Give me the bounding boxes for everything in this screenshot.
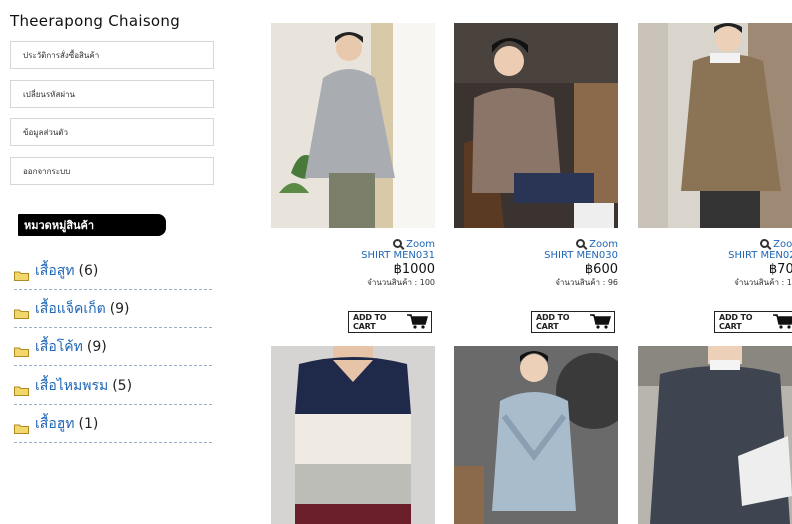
category-count: (1) <box>78 415 99 432</box>
add-to-cart-button[interactable]: ADD TO CART <box>714 311 792 333</box>
add-to-cart-label: ADD TO CART <box>353 313 387 331</box>
user-name: Theerapong Chaisong <box>10 12 181 30</box>
folder-icon <box>14 384 29 396</box>
zoom-link[interactable]: Zoom <box>454 239 618 250</box>
magnifier-icon <box>393 239 403 248</box>
magnifier-icon <box>576 239 586 248</box>
add-to-cart-button[interactable]: ADD TO CART <box>348 311 432 333</box>
category-item-hoodie[interactable]: เสื้อฮูท (1) <box>14 405 212 443</box>
category-name: เสื้อฮูท <box>35 415 75 432</box>
personal-info-button[interactable]: ข้อมูลส่วนตัว <box>10 118 214 146</box>
zoom-link[interactable]: Zoom <box>638 239 792 250</box>
category-name: เสื้อโค้ท <box>35 338 83 355</box>
add-to-cart-label: ADD TO CART <box>536 313 570 331</box>
product-code: SHIRT MEN030 <box>544 250 618 261</box>
category-header: หมวดหมู่สินค้า <box>18 214 166 236</box>
shopping-cart-icon <box>406 313 428 331</box>
category-count: (9) <box>86 338 107 355</box>
product-image[interactable] <box>271 346 435 524</box>
category-count: (9) <box>109 300 130 317</box>
product-stock: จำนวนสินค้า : 100 <box>734 278 792 287</box>
category-item-coat[interactable]: เสื้อโค้ท (9) <box>14 328 212 366</box>
shopping-cart-icon <box>589 313 611 331</box>
product-code: SHIRT MEN029 <box>728 250 792 261</box>
folder-icon <box>14 269 29 281</box>
product-info-clip: Zoom SHIRT MEN029 ฿700 จำนวนสินค้า : 100 <box>638 239 792 299</box>
product-price: ฿1000 <box>393 262 435 277</box>
zoom-label: Zoom <box>589 239 618 250</box>
product-image[interactable] <box>271 23 435 228</box>
order-history-button[interactable]: ประวัติการสั่งซื้อสินค้า <box>10 41 214 69</box>
product-image[interactable] <box>454 23 618 228</box>
product-stock: จำนวนสินค้า : 96 <box>555 278 618 287</box>
category-name: เสื้อแจ็คเก็ต <box>35 300 106 317</box>
product-stock: จำนวนสินค้า : 100 <box>367 278 435 287</box>
product-info: Zoom SHIRT MEN031 ฿1000 จำนวนสินค้า : 10… <box>271 239 435 288</box>
add-to-cart-button[interactable]: ADD TO CART <box>531 311 615 333</box>
category-count: (5) <box>112 377 133 394</box>
logout-button[interactable]: ออกจากระบบ <box>10 157 214 185</box>
category-item-jacket[interactable]: เสื้อแจ็คเก็ต (9) <box>14 290 212 328</box>
category-name: เสื้อไหมพรม <box>35 377 109 394</box>
add-to-cart-label: ADD TO CART <box>719 313 753 331</box>
product-code: SHIRT MEN031 <box>361 250 435 261</box>
folder-icon <box>14 345 29 357</box>
magnifier-icon <box>760 239 770 248</box>
category-item-suit[interactable]: เสื้อสูท (6) <box>14 252 212 290</box>
product-image[interactable] <box>638 346 792 524</box>
product-info: Zoom SHIRT MEN029 ฿700 จำนวนสินค้า : 100 <box>638 239 792 288</box>
category-name: เสื้อสูท <box>35 262 75 279</box>
product-image[interactable] <box>454 346 618 524</box>
product-image[interactable] <box>638 23 792 228</box>
zoom-label: Zoom <box>406 239 435 250</box>
product-price: ฿700 <box>768 262 792 277</box>
category-item-sweater[interactable]: เสื้อไหมพรม (5) <box>14 367 212 405</box>
shopping-cart-icon <box>772 313 792 331</box>
folder-icon <box>14 422 29 434</box>
cart-button-clip: ADD TO CART <box>714 311 792 335</box>
folder-icon <box>14 307 29 319</box>
change-password-button[interactable]: เปลี่ยนรหัสผ่าน <box>10 80 214 108</box>
zoom-label: Zoom <box>773 239 792 250</box>
zoom-link[interactable]: Zoom <box>271 239 435 250</box>
product-price: ฿600 <box>584 262 618 277</box>
product-info: Zoom SHIRT MEN030 ฿600 จำนวนสินค้า : 96 <box>454 239 618 288</box>
category-count: (6) <box>78 262 99 279</box>
